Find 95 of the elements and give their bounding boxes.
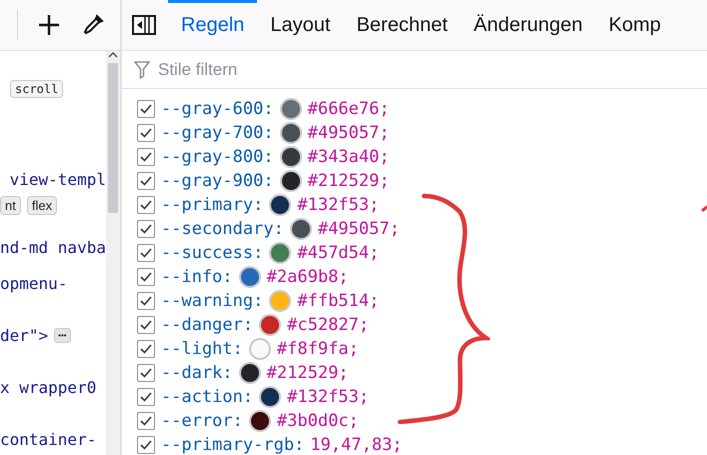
- declaration-checkbox[interactable]: [137, 196, 155, 214]
- checkmark-icon: [140, 344, 152, 354]
- checkmark-icon: [140, 128, 152, 138]
- declaration-checkbox[interactable]: [137, 220, 155, 238]
- property-value: #457d54;: [297, 243, 380, 263]
- checkmark-icon: [140, 224, 152, 234]
- color-swatch[interactable]: [269, 194, 292, 216]
- property-value: #212529;: [266, 363, 349, 383]
- markup-text: der">: [0, 326, 48, 344]
- property-value: #c52827;: [287, 315, 370, 335]
- color-swatch[interactable]: [259, 314, 282, 336]
- checkmark-icon: [140, 368, 152, 378]
- property-value: #495057;: [308, 123, 390, 143]
- property-value: #3b0d0c;: [276, 411, 359, 431]
- markup-text: container-: [0, 430, 96, 448]
- declaration-checkbox[interactable]: [137, 100, 155, 118]
- property-name: --light:: [161, 339, 243, 359]
- property-value: 19,47,83;: [310, 435, 402, 455]
- display-badge[interactable]: flex: [26, 196, 58, 214]
- markup-text: nd-md navba: [0, 238, 106, 256]
- property-name: --gray-900:: [161, 171, 274, 191]
- markup-text: x wrapper0: [0, 378, 96, 396]
- add-icon[interactable]: [36, 12, 62, 38]
- declaration-checkbox[interactable]: [137, 172, 155, 190]
- color-swatch[interactable]: [259, 386, 282, 408]
- color-swatch[interactable]: [290, 218, 312, 240]
- checkmark-icon: [140, 200, 152, 210]
- color-swatch[interactable]: [280, 98, 302, 120]
- property-name: --action:: [161, 387, 254, 407]
- checkmark-icon: [140, 416, 152, 426]
- property-name: --dark:: [161, 363, 233, 383]
- declaration-checkbox[interactable]: [137, 268, 155, 286]
- declaration-checkbox[interactable]: [137, 340, 155, 358]
- filter-icon: [134, 60, 150, 78]
- declaration-checkbox[interactable]: [137, 244, 155, 262]
- color-swatch[interactable]: [238, 266, 261, 288]
- declaration-checkbox[interactable]: [137, 292, 155, 310]
- display-badge[interactable]: nt: [0, 196, 21, 214]
- checkmark-icon: [140, 320, 152, 330]
- property-value: #f8f9fa;: [276, 339, 359, 359]
- color-swatch[interactable]: [269, 242, 292, 264]
- property-value: #495057;: [318, 219, 400, 239]
- color-swatch[interactable]: [280, 146, 302, 168]
- property-value: #343a40;: [308, 147, 390, 167]
- scrollbar[interactable]: [106, 51, 120, 455]
- property-value: #2a69b8;: [266, 267, 349, 287]
- property-value: #666e76;: [308, 99, 390, 119]
- pen-mark: [700, 205, 707, 212]
- markup-text: view-templ: [8, 170, 106, 188]
- checkmark-icon: [140, 392, 152, 402]
- filter-field[interactable]: Stile filtern: [156, 58, 707, 80]
- property-name: --gray-700:: [161, 123, 274, 143]
- declaration-checkbox[interactable]: [137, 388, 155, 406]
- panel-tab[interactable]: Berechnet: [343, 0, 461, 50]
- color-swatch[interactable]: [248, 410, 271, 432]
- declaration-checkbox[interactable]: [137, 436, 155, 454]
- property-value: #132f53;: [287, 387, 370, 407]
- panel-tab[interactable]: Layout: [257, 0, 344, 50]
- checkmark-icon: [140, 152, 152, 162]
- property-name: --warning:: [161, 291, 264, 311]
- checkmark-icon: [140, 104, 152, 114]
- property-value: #132f53;: [297, 195, 380, 215]
- expand-badge[interactable]: •••: [54, 328, 71, 342]
- property-name: --danger:: [161, 315, 254, 335]
- color-swatch[interactable]: [280, 122, 302, 144]
- property-value: #212529;: [308, 171, 390, 191]
- property-name: --success:: [161, 243, 264, 263]
- declaration-checkbox[interactable]: [137, 412, 155, 430]
- checkmark-icon: [140, 296, 152, 306]
- property-name: --error:: [161, 411, 243, 431]
- declaration-checkbox[interactable]: [137, 124, 155, 142]
- panel-tab[interactable]: Regeln: [168, 0, 258, 50]
- markup-text: opmenu-: [0, 274, 68, 292]
- property-name: --gray-800:: [161, 147, 274, 167]
- display-badge[interactable]: scroll: [10, 80, 64, 98]
- property-name: --info:: [161, 267, 233, 287]
- panel-tab[interactable]: Änderungen: [460, 0, 596, 50]
- color-swatch[interactable]: [280, 170, 302, 192]
- property-name: --gray-600:: [161, 99, 274, 119]
- declaration-checkbox[interactable]: [137, 148, 155, 166]
- checkmark-icon: [140, 272, 152, 282]
- color-swatch[interactable]: [238, 362, 261, 384]
- checkmark-icon: [140, 440, 152, 450]
- declaration-checkbox[interactable]: [137, 364, 155, 382]
- checkmark-icon: [140, 176, 152, 186]
- color-swatch[interactable]: [269, 290, 292, 312]
- property-name: --secondary:: [161, 219, 284, 239]
- color-swatch[interactable]: [248, 338, 271, 360]
- checkmark-icon: [140, 248, 152, 258]
- property-name: --primary-rgb:: [161, 435, 304, 455]
- property-name: --primary:: [161, 195, 264, 215]
- scroll-up-icon[interactable]: [108, 51, 118, 59]
- declaration-checkbox[interactable]: [137, 316, 155, 334]
- property-value: #ffb514;: [297, 291, 380, 311]
- panel-tab[interactable]: Komp: [596, 0, 674, 50]
